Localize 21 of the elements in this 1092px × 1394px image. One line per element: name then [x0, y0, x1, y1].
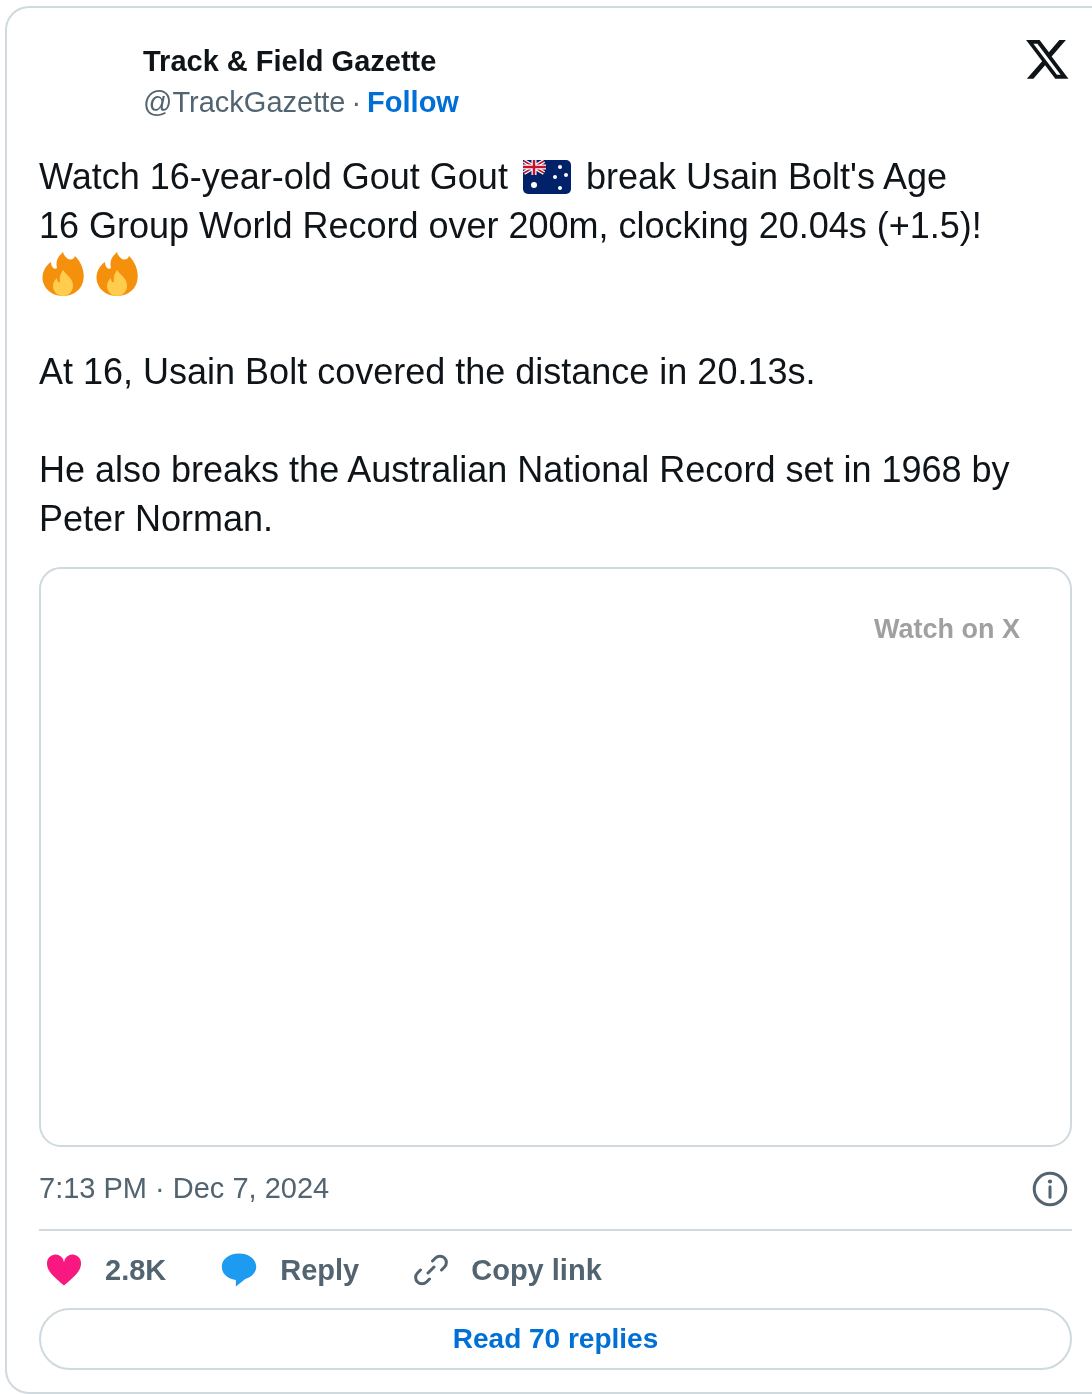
tweet-text: He also breaks the Australian National Record set in 1968 by Peter Norman.: [39, 448, 1011, 541]
follow-link[interactable]: Follow: [367, 80, 459, 124]
tweet-text: At 16, Usain Bolt covered the distance in 20.13s.: [39, 350, 817, 394]
copy-link-button[interactable]: Copy link: [413, 1248, 602, 1292]
author-name[interactable]: Track & Field Gazette: [143, 42, 459, 80]
info-icon[interactable]: [1032, 1170, 1068, 1207]
timestamp[interactable]: 7:13 PM · Dec 7, 2024: [39, 1167, 330, 1211]
australia-flag-icon: [521, 158, 572, 195]
speech-bubble-icon: [220, 1252, 259, 1289]
reply-button[interactable]: Reply: [220, 1248, 360, 1292]
read-replies-button[interactable]: Read 70 replies: [39, 1308, 1072, 1370]
x-logo-icon[interactable]: [1026, 40, 1070, 82]
tweet-text: Watch 16-year-old Gout Gout: [39, 155, 508, 199]
tweet-text: break Usain Bolt's Age: [585, 155, 947, 199]
separator: ·: [351, 85, 362, 120]
heart-icon: [45, 1253, 83, 1288]
like-button[interactable]: 2.8K: [45, 1248, 167, 1292]
author-handle[interactable]: @TrackGazette: [143, 80, 346, 124]
tweet-text: 16 Group World Record over 200m, clocking 20.04s (+1.5)!: [39, 205, 982, 246]
fire-icon: [93, 250, 141, 298]
fire-icon: [39, 250, 87, 298]
